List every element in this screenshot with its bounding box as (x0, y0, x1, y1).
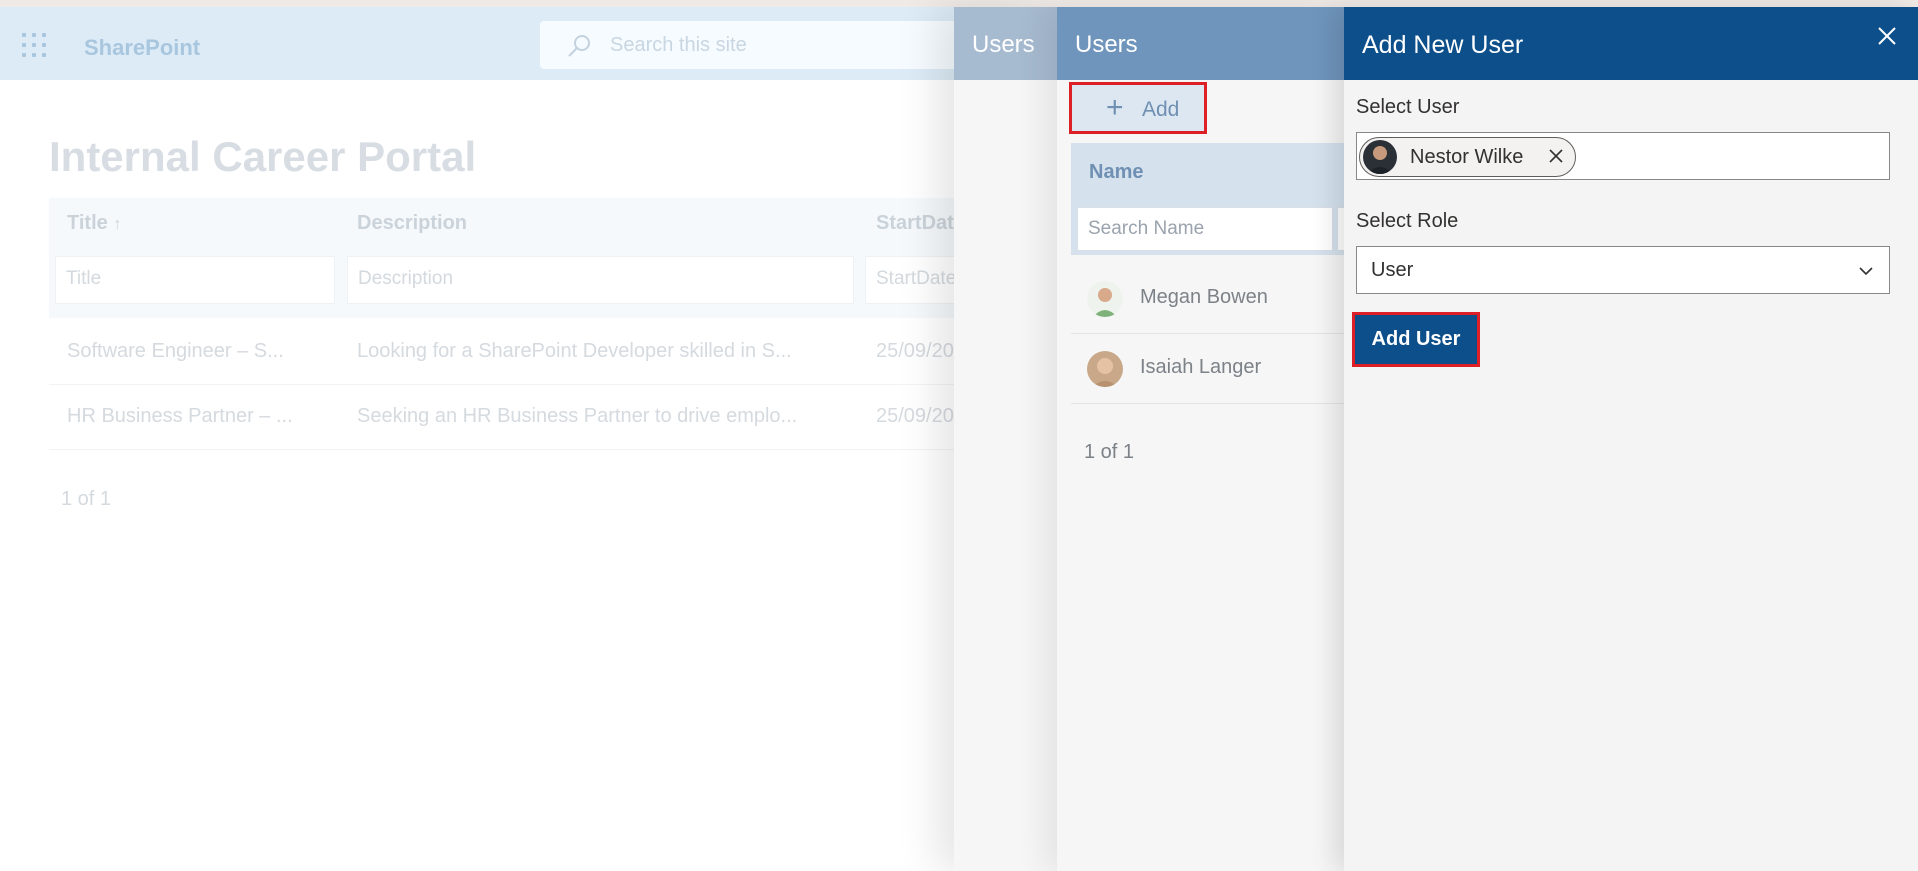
cell-startdate: 25/09/20 (876, 340, 954, 362)
add-user-button-label: Add User (1371, 328, 1461, 350)
filter-description-input[interactable]: Description (347, 256, 854, 304)
column-header-startdate[interactable]: StartDat (876, 212, 954, 235)
filter-title-input[interactable]: Title (55, 256, 335, 304)
search-icon (568, 35, 590, 57)
add-button-label: Add (1142, 98, 1180, 121)
add-button[interactable]: + Add (1069, 82, 1207, 134)
column-header-title[interactable]: Title ↑ (67, 212, 121, 235)
users-panel-header: Users (1057, 7, 1344, 80)
list-item[interactable]: Megan Bowen (1071, 263, 1344, 334)
column-header-description[interactable]: Description (357, 212, 467, 235)
avatar (1363, 140, 1397, 174)
cell-title: Software Engineer – S... (67, 340, 284, 362)
select-user-label: Select User (1356, 96, 1460, 118)
grid-pagination: 1 of 1 (61, 488, 112, 510)
site-search[interactable]: Search this site (540, 21, 960, 69)
close-icon[interactable] (1874, 23, 1900, 49)
users-panel-back-title: Users (972, 31, 1035, 58)
search-name-placeholder: Search Name (1088, 218, 1205, 239)
search-name-input[interactable]: Search Name (1077, 207, 1333, 251)
cell-title: HR Business Partner – ... (67, 405, 293, 427)
grid-header: Title ↑ Description StartDat Title Descr… (49, 198, 977, 318)
role-dropdown[interactable]: User (1356, 246, 1890, 294)
user-name: Megan Bowen (1140, 286, 1268, 308)
add-user-panel: Add New User Select User Nestor Wilke Se… (1344, 7, 1918, 871)
select-role-label: Select Role (1356, 210, 1459, 232)
table-row[interactable]: HR Business Partner – ... Seeking an HR … (49, 385, 969, 450)
column-header-name[interactable]: Name (1089, 161, 1143, 184)
chevron-down-icon (1859, 267, 1873, 276)
table-row[interactable]: Software Engineer – S... Looking for a S… (49, 320, 969, 385)
role-dropdown-value: User (1371, 259, 1414, 281)
users-panel-back-header: Users (954, 7, 1057, 80)
window-top-strip (0, 0, 1918, 7)
waffle-icon[interactable] (22, 33, 48, 59)
add-user-panel-title: Add New User (1362, 31, 1524, 59)
sharepoint-brand[interactable]: SharePoint (84, 35, 200, 61)
add-user-button[interactable]: Add User (1352, 312, 1480, 367)
user-name: Isaiah Langer (1140, 356, 1262, 378)
avatar (1087, 281, 1123, 317)
add-user-panel-header: Add New User (1344, 7, 1918, 80)
users-panel-title: Users (1075, 31, 1138, 58)
avatar (1087, 351, 1123, 387)
people-picker-input[interactable]: Nestor Wilke (1356, 132, 1890, 180)
cell-startdate: 25/09/20 (876, 405, 954, 427)
users-panel-back: Users (954, 7, 1057, 871)
page-title: Internal Career Portal (49, 133, 477, 180)
plus-icon: + (1106, 91, 1124, 124)
users-pagination: 1 of 1 (1084, 441, 1135, 463)
remove-chip-icon[interactable] (1548, 148, 1564, 164)
selected-user-name: Nestor Wilke (1410, 146, 1524, 168)
search-placeholder: Search this site (610, 34, 747, 56)
selected-user-chip[interactable]: Nestor Wilke (1359, 137, 1576, 177)
cell-description: Seeking an HR Business Partner to drive … (357, 405, 798, 427)
cell-description: Looking for a SharePoint Developer skill… (357, 340, 792, 362)
users-list-header: Name Search Name (1071, 143, 1349, 255)
users-panel: Users + Add Name Search Name Megan Bowen (1057, 7, 1349, 871)
list-item[interactable]: Isaiah Langer (1071, 333, 1344, 404)
